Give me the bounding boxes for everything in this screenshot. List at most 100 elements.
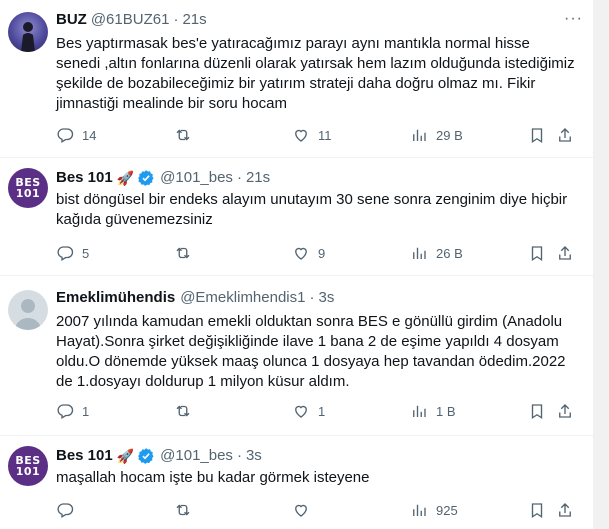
timestamp[interactable]: 3s	[318, 288, 334, 308]
tweet-header: Bes 101 🚀 @101_bes · 3s	[56, 446, 262, 466]
bookmark-button[interactable]	[528, 244, 546, 262]
view-count: 925	[436, 502, 458, 518]
more-options-icon[interactable]: ···	[564, 10, 583, 28]
views-icon	[413, 504, 426, 516]
bookmark-icon	[531, 503, 543, 519]
tweet[interactable]: BES 101 Bes 101 🚀 @101_bes · 3s maşallah…	[0, 436, 593, 529]
reply-count: 5	[82, 245, 90, 261]
retweet-icon	[176, 247, 190, 259]
retweet-icon	[176, 504, 190, 516]
share-icon	[559, 503, 571, 517]
silhouette-icon	[21, 22, 35, 52]
rocket-icon: 🚀	[116, 170, 135, 186]
avatar-logo: BES 101	[15, 454, 41, 478]
tweet[interactable]: BUZ @61BUZ61 · 21s ··· Bes yaptırmasak b…	[0, 0, 593, 158]
views-button[interactable]: 26 B	[410, 244, 463, 262]
reply-icon	[57, 404, 74, 419]
bookmark-icon	[531, 404, 543, 420]
views-icon	[413, 405, 426, 417]
author-handle[interactable]: @Emeklimhendis1	[180, 288, 305, 308]
tweet-header: Bes 101 🚀 @101_bes · 21s	[56, 168, 270, 188]
share-button[interactable]	[556, 501, 574, 519]
timestamp[interactable]: 21s	[246, 168, 270, 188]
views-icon	[413, 247, 426, 259]
retweet-button[interactable]	[174, 244, 200, 262]
heart-icon	[295, 504, 307, 517]
retweet-button[interactable]	[174, 126, 200, 144]
share-button[interactable]	[556, 126, 574, 144]
bookmark-icon	[531, 128, 543, 144]
verified-badge-icon	[138, 170, 154, 186]
like-button[interactable]: 11	[292, 126, 332, 144]
separator-dot: ·	[173, 11, 179, 28]
timestamp[interactable]: 21s	[182, 10, 206, 30]
reply-count: 14	[82, 127, 97, 143]
share-icon	[559, 128, 571, 142]
tweet-text: maşallah hocam işte bu kadar görmek iste…	[56, 469, 370, 486]
share-button[interactable]	[556, 244, 574, 262]
reply-count: 1	[82, 403, 90, 419]
timeline: BUZ @61BUZ61 · 21s ··· Bes yaptırmasak b…	[0, 0, 593, 529]
heart-icon	[295, 247, 307, 260]
views-icon	[413, 129, 426, 141]
separator-dot: ·	[309, 289, 315, 306]
tweet-text: Bes yaptırmasak bes'e yatıracağımız para…	[56, 35, 575, 112]
tweet-actions: 925	[56, 501, 576, 521]
tweet-actions: 5 9 26 B	[56, 244, 576, 264]
like-button[interactable]: 1	[292, 402, 325, 420]
avatar[interactable]	[8, 290, 48, 330]
views-button[interactable]: 1 B	[410, 402, 456, 420]
views-button[interactable]: 925	[410, 501, 458, 519]
share-icon	[559, 404, 571, 418]
tweet-text: bist döngüsel bir endeks alayım unutayım…	[56, 191, 568, 228]
reply-icon	[57, 246, 74, 261]
bookmark-button[interactable]	[528, 126, 546, 144]
tweet-actions: 14 11 29 B	[56, 126, 576, 146]
scrollbar[interactable]	[593, 0, 609, 529]
author-name[interactable]: Bes 101	[56, 446, 113, 466]
like-count: 11	[318, 127, 332, 143]
avatar[interactable]: BES 101	[8, 168, 48, 208]
bookmark-button[interactable]	[528, 402, 546, 420]
like-button[interactable]: 9	[292, 244, 325, 262]
author-handle[interactable]: @101_bes	[160, 168, 233, 188]
bookmark-button[interactable]	[528, 501, 546, 519]
reply-button[interactable]: 1	[56, 402, 89, 420]
retweet-icon	[176, 129, 190, 141]
heart-icon	[295, 129, 307, 142]
tweet-header: Emeklimühendis @Emeklimhendis1 · 3s	[56, 288, 334, 308]
reply-icon	[57, 128, 74, 143]
like-count: 9	[318, 245, 326, 261]
reply-button[interactable]	[56, 501, 82, 519]
share-icon	[559, 246, 571, 260]
timestamp[interactable]: 3s	[246, 446, 262, 466]
avatar[interactable]: BES 101	[8, 446, 48, 486]
author-name[interactable]: BUZ	[56, 10, 87, 30]
like-button[interactable]	[292, 501, 318, 519]
tweet-actions: 1 1 1 B	[56, 402, 576, 422]
verified-badge-icon	[138, 448, 154, 464]
view-count: 29 B	[436, 127, 463, 143]
author-name[interactable]: Emeklimühendis	[56, 288, 175, 308]
like-count: 1	[318, 403, 326, 419]
tweet[interactable]: BES 101 Bes 101 🚀 @101_bes · 21s bist dö…	[0, 158, 593, 276]
views-button[interactable]: 29 B	[410, 126, 463, 144]
author-handle[interactable]: @101_bes	[160, 446, 233, 466]
author-handle[interactable]: @61BUZ61	[91, 10, 170, 30]
author-name[interactable]: Bes 101	[56, 168, 113, 188]
retweet-button[interactable]	[174, 501, 200, 519]
tweet[interactable]: Emeklimühendis @Emeklimhendis1 · 3s 2007…	[0, 276, 593, 436]
separator-dot: ·	[236, 447, 242, 464]
retweet-button[interactable]	[174, 402, 200, 420]
reply-button[interactable]: 5	[56, 244, 89, 262]
bookmark-icon	[531, 246, 543, 262]
avatar-logo: BES 101	[15, 176, 41, 200]
view-count: 1 B	[436, 403, 456, 419]
share-button[interactable]	[556, 402, 574, 420]
rocket-icon: 🚀	[116, 448, 135, 464]
default-avatar-icon	[15, 299, 41, 330]
avatar[interactable]	[8, 12, 48, 52]
reply-button[interactable]: 14	[56, 126, 96, 144]
retweet-icon	[176, 405, 190, 417]
heart-icon	[295, 405, 307, 418]
